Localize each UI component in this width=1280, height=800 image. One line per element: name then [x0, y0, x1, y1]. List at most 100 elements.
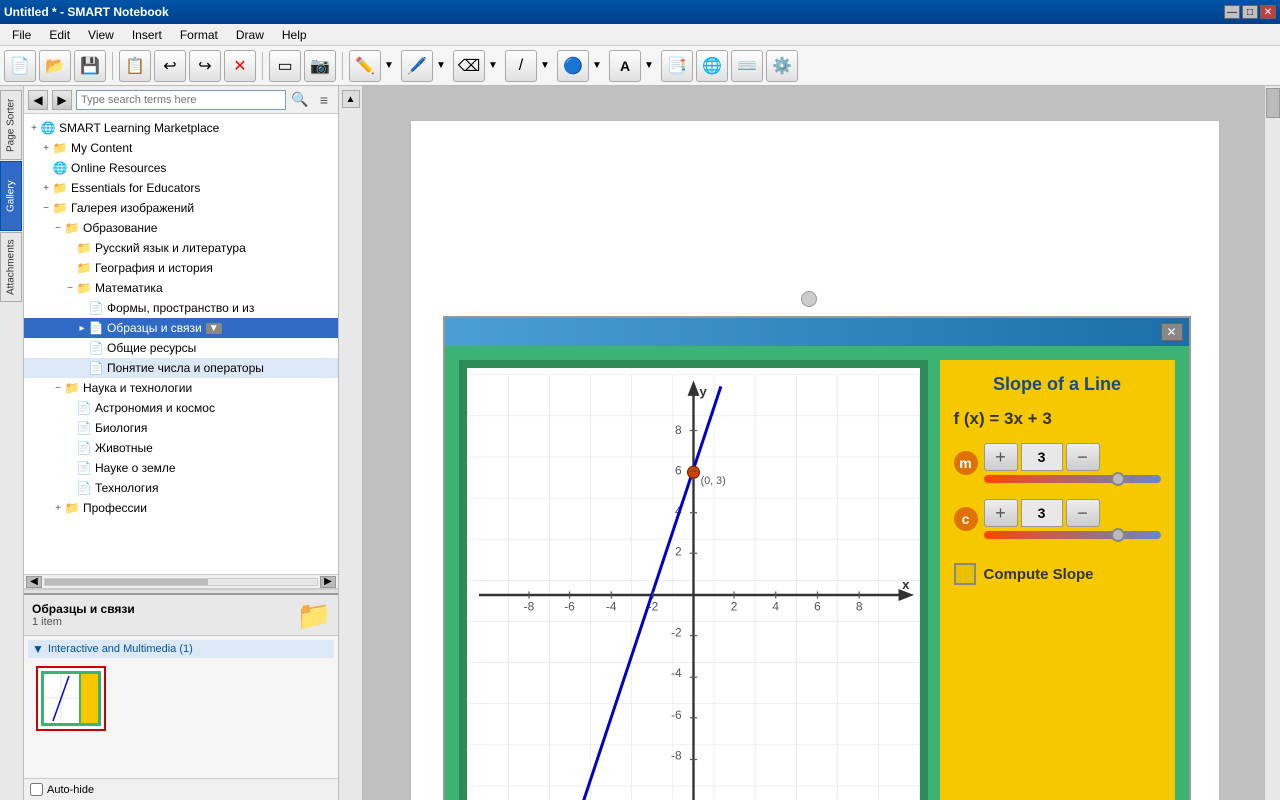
- line-tool[interactable]: /: [505, 50, 537, 82]
- gallery-thumbnail[interactable]: [36, 666, 106, 731]
- gallery-expand-item[interactable]: ▼ Interactive and Multimedia (1): [28, 640, 334, 658]
- forward-button[interactable]: ▶: [52, 90, 72, 110]
- tree-item-technology[interactable]: + 📄 Технология: [24, 478, 338, 498]
- scroll-track[interactable]: [44, 578, 318, 586]
- tree-item-science[interactable]: − 📁 Наука и технологии: [24, 378, 338, 398]
- tree-item-professions[interactable]: + 📁 Профессии: [24, 498, 338, 518]
- compute-slope-button[interactable]: Compute Slope: [954, 563, 1161, 585]
- rect-button[interactable]: ▭: [269, 50, 301, 82]
- expand-gallery-root[interactable]: −: [40, 202, 52, 214]
- page-sorter-tab[interactable]: Page Sorter: [0, 90, 22, 160]
- search-button[interactable]: 🔍: [290, 90, 310, 110]
- tree-item-numbers[interactable]: + 📄 Понятие числа и операторы: [24, 358, 338, 378]
- delete-button[interactable]: ✕: [224, 50, 256, 82]
- save-button[interactable]: 💾: [74, 50, 106, 82]
- menu-file[interactable]: File: [4, 26, 39, 44]
- tree-item-online[interactable]: + 🌐 Online Resources: [24, 158, 338, 178]
- c-slider-thumb[interactable]: [1111, 528, 1125, 542]
- minimize-button[interactable]: —: [1224, 5, 1240, 19]
- expand-essentials[interactable]: +: [40, 182, 52, 194]
- tree-item-animals[interactable]: + 📄 Животные: [24, 438, 338, 458]
- tree-item-patterns[interactable]: ▸ 📄 Образцы и связи ▼: [24, 318, 338, 338]
- expand-mycontent[interactable]: +: [40, 142, 52, 154]
- tree-item-education[interactable]: − 📁 Образование: [24, 218, 338, 238]
- c-minus-button[interactable]: −: [1066, 499, 1100, 527]
- copy-tool[interactable]: 📑: [661, 50, 693, 82]
- menu-edit[interactable]: Edit: [41, 26, 78, 44]
- bottom-panel-title: Образцы и связи: [32, 602, 135, 616]
- tree-item-general[interactable]: + 📄 Общие ресурсы: [24, 338, 338, 358]
- scroll-right[interactable]: ▶: [320, 576, 336, 588]
- filter-button[interactable]: ≡: [314, 90, 334, 110]
- expand-professions[interactable]: +: [52, 502, 64, 514]
- menu-format[interactable]: Format: [172, 26, 226, 44]
- svg-text:2: 2: [674, 545, 681, 559]
- tree-item-russian[interactable]: + 📁 Русский язык и литература: [24, 238, 338, 258]
- tree-item-essentials[interactable]: + 📁 Essentials for Educators: [24, 178, 338, 198]
- c-control-row: + 3 −: [984, 499, 1161, 527]
- c-slider-track[interactable]: [984, 531, 1161, 539]
- expand-science[interactable]: −: [52, 382, 64, 394]
- open-button[interactable]: 📂: [39, 50, 71, 82]
- compute-checkbox[interactable]: [954, 563, 976, 585]
- scroll-thumb[interactable]: [45, 579, 208, 585]
- tree-item-biology[interactable]: + 📄 Биология: [24, 418, 338, 438]
- tree-item-gallery-root[interactable]: − 📁 Галерея изображений: [24, 198, 338, 218]
- paste-button[interactable]: 📋: [119, 50, 151, 82]
- horizontal-scrollbar[interactable]: ◀ ▶: [24, 574, 338, 588]
- window-controls[interactable]: — □ ✕: [1224, 5, 1276, 19]
- tree-item-forms[interactable]: + 📄 Формы, пространство и из: [24, 298, 338, 318]
- page-up[interactable]: ▲: [342, 90, 360, 108]
- toolbar: 📄 📂 💾 📋 ↩ ↪ ✕ ▭ 📷 ✏️ ▼ 🖊️ ▼ ⌫ ▼ / ▼ 🔵 ▼ …: [0, 46, 1280, 86]
- svg-text:-6: -6: [564, 599, 575, 613]
- undo-button[interactable]: ↩: [154, 50, 186, 82]
- back-button[interactable]: ◀: [28, 90, 48, 110]
- keyboard-tool[interactable]: ⌨️: [731, 50, 763, 82]
- maximize-button[interactable]: □: [1242, 5, 1258, 19]
- marker-tool[interactable]: 🖊️: [401, 50, 433, 82]
- m-minus-button[interactable]: −: [1066, 443, 1100, 471]
- new-button[interactable]: 📄: [4, 50, 36, 82]
- tree-item-earth[interactable]: + 📄 Науке о земле: [24, 458, 338, 478]
- text-tool[interactable]: A: [609, 50, 641, 82]
- c-plus-button[interactable]: +: [984, 499, 1018, 527]
- expand-marketplace[interactable]: +: [28, 122, 40, 134]
- menu-help[interactable]: Help: [274, 26, 315, 44]
- autohide-checkbox[interactable]: [30, 783, 43, 796]
- right-scrollbar[interactable]: [1264, 86, 1280, 800]
- search-bar: ◀ ▶ 🔍 ≡: [24, 86, 338, 114]
- m-slider-thumb[interactable]: [1111, 472, 1125, 486]
- page-canvas: ✕: [410, 120, 1220, 800]
- tree-item-mycontent[interactable]: + 📁 My Content: [24, 138, 338, 158]
- menu-draw[interactable]: Draw: [228, 26, 272, 44]
- settings-tool[interactable]: ⚙️: [766, 50, 798, 82]
- m-plus-button[interactable]: +: [984, 443, 1018, 471]
- rotation-handle[interactable]: [801, 291, 817, 307]
- fill-tool[interactable]: 🔵: [557, 50, 589, 82]
- menu-view[interactable]: View: [80, 26, 122, 44]
- pen-tool[interactable]: ✏️: [349, 50, 381, 82]
- attachments-tab[interactable]: Attachments: [0, 232, 22, 302]
- tree-item-math[interactable]: − 📁 Математика: [24, 278, 338, 298]
- web-tool[interactable]: 🌐: [696, 50, 728, 82]
- tree-item-geography[interactable]: + 📁 География и история: [24, 258, 338, 278]
- close-button[interactable]: ✕: [1260, 5, 1276, 19]
- right-scroll-thumb[interactable]: [1266, 88, 1280, 118]
- expand-math[interactable]: −: [64, 282, 76, 294]
- expand-education[interactable]: −: [52, 222, 64, 234]
- menu-insert[interactable]: Insert: [124, 26, 170, 44]
- tree-item-astronomy[interactable]: + 📄 Астрономия и космос: [24, 398, 338, 418]
- gallery-tab[interactable]: Gallery: [0, 161, 22, 231]
- eraser-tool[interactable]: ⌫: [453, 50, 485, 82]
- title-bar: Untitled * - SMART Notebook — □ ✕: [0, 0, 1280, 24]
- bottom-panel-count: 1 item: [32, 616, 135, 628]
- widget-close-button[interactable]: ✕: [1161, 323, 1183, 341]
- svg-text:x: x: [902, 577, 910, 592]
- redo-button[interactable]: ↪: [189, 50, 221, 82]
- search-input[interactable]: [76, 90, 286, 110]
- scroll-left[interactable]: ◀: [26, 576, 42, 588]
- tree-item-marketplace[interactable]: + 🌐 SMART Learning Marketplace: [24, 118, 338, 138]
- expand-patterns[interactable]: ▸: [76, 322, 88, 334]
- m-slider-track[interactable]: [984, 475, 1161, 483]
- screen-button[interactable]: 📷: [304, 50, 336, 82]
